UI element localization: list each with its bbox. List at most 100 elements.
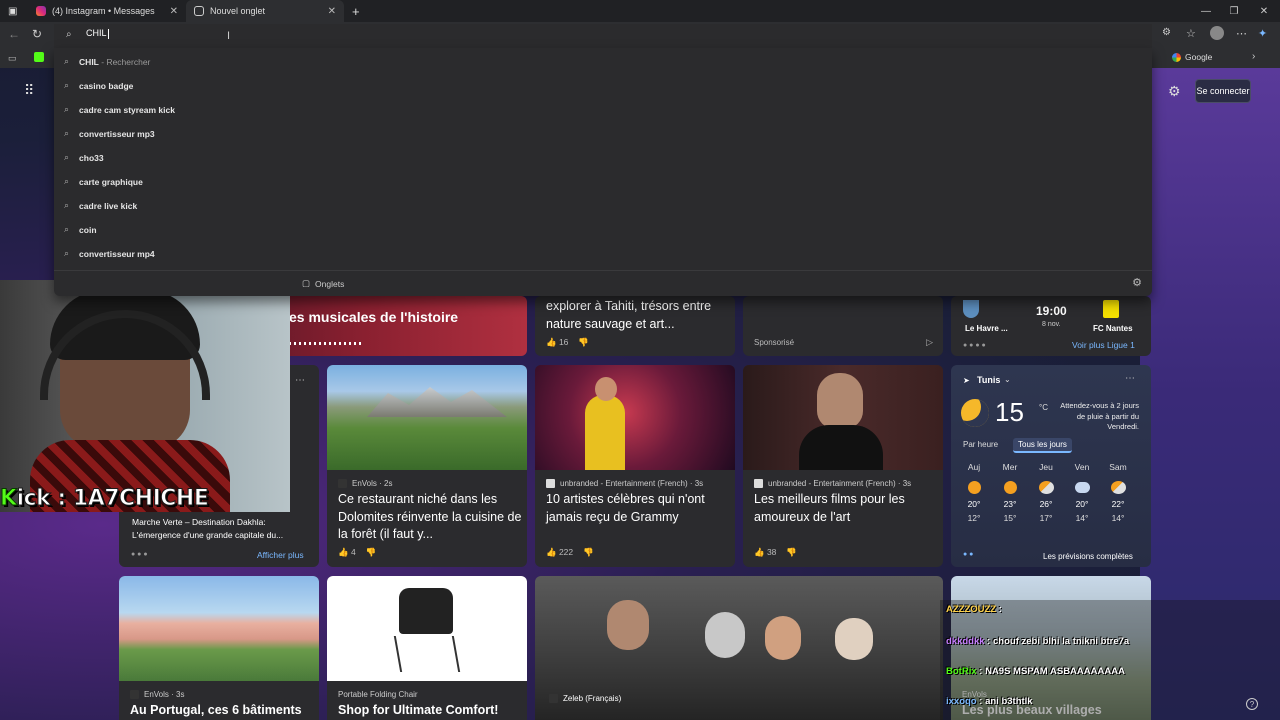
profile-avatar[interactable]	[1210, 26, 1224, 40]
ad-choices-icon[interactable]: ▷	[926, 337, 933, 348]
tab-hourly[interactable]: Par heure	[963, 440, 998, 449]
suggestion-item[interactable]: ⌕ carte graphique	[64, 176, 143, 187]
apps-grid-icon[interactable]: ⠿	[24, 82, 34, 99]
weather-alert[interactable]: Attendez-vous à 2 jours de pluie à parti…	[1055, 401, 1139, 433]
films-card[interactable]: unbranded - Entertainment (French) · 3s …	[743, 365, 943, 567]
like-icon[interactable]: 👍 4	[338, 547, 356, 558]
address-bar[interactable]: ⌕	[54, 24, 1152, 48]
dislike-icon[interactable]: 👎	[578, 337, 589, 348]
person-head	[765, 616, 801, 660]
source-logo	[549, 694, 558, 703]
source-logo	[130, 690, 139, 699]
close-icon[interactable]: ✕	[328, 6, 336, 17]
card-meta: 👍 38 👎	[754, 547, 797, 558]
card-meta: 👍 222 👎	[546, 547, 594, 558]
dislike-icon[interactable]: 👎	[366, 547, 377, 558]
tab-actions-button[interactable]: ▣	[0, 0, 28, 22]
weather-city[interactable]: Tunis	[977, 375, 1000, 385]
zeleb-card[interactable]: Zeleb (Français)	[535, 576, 943, 720]
bookmark-google[interactable]: Google	[1172, 52, 1212, 62]
omnibox-suggestions: ⌕ CHIL - Rechercher ⌕ casino badge ⌕ cadre …	[54, 48, 1152, 296]
moon-icon	[961, 399, 989, 427]
tab-instagram[interactable]: (4) Instagram • Messages ✕	[28, 0, 186, 22]
current-temp: 15	[995, 397, 1024, 427]
extension-icon[interactable]: ⚙	[1162, 27, 1171, 38]
carousel-dots[interactable]	[289, 342, 363, 345]
chevron-down-icon[interactable]: ⌄	[1004, 375, 1011, 384]
rain-icon	[1074, 482, 1090, 493]
card-image	[327, 576, 527, 681]
person-head	[705, 612, 745, 658]
new-tab-button[interactable]: +	[344, 0, 368, 22]
settings-gear-icon[interactable]: ⚙	[1168, 83, 1181, 100]
person-head	[835, 618, 873, 660]
maximize-icon[interactable]: ❐	[1218, 0, 1250, 22]
suggestion-item[interactable]: ⌕ CHIL - Rechercher	[64, 56, 150, 67]
tab-daily[interactable]: Tous les jours	[1013, 438, 1072, 453]
suggestion-item[interactable]: ⌕ cadre cam styream kick	[64, 104, 175, 115]
card-meta: 👍 4 👎	[338, 547, 376, 558]
dislike-icon[interactable]: 👎	[583, 547, 594, 558]
more-menu-icon[interactable]: ⋯	[1236, 27, 1247, 40]
partly-cloudy-icon	[1038, 481, 1054, 494]
portugal-card[interactable]: EnVols · 3s Au Portugal, ces 6 bâtiments	[119, 576, 319, 720]
suggestion-item[interactable]: ⌕ convertisseur mp3	[64, 128, 155, 139]
sponsored-card[interactable]: Sponsorisé ▷	[743, 296, 943, 356]
suggestion-item[interactable]: ⌕ coin	[64, 224, 97, 235]
card-image	[119, 576, 319, 681]
refresh-icon[interactable]: ↻	[32, 27, 42, 41]
card-source: EnVols · 3s	[130, 690, 184, 699]
text-caret	[107, 28, 109, 39]
grammy-card[interactable]: unbranded - Entertainment (French) · 3s …	[535, 365, 735, 567]
help-icon[interactable]: ?	[1246, 698, 1258, 710]
gear-icon[interactable]: ⚙	[1132, 276, 1142, 289]
back-icon[interactable]: ←	[8, 27, 20, 41]
like-icon[interactable]: 👍 38	[754, 547, 776, 558]
dislike-icon[interactable]: 👎	[786, 547, 797, 558]
text-cursor-icon: I	[227, 30, 231, 42]
chair-ad-card[interactable]: Portable Folding Chair Shop for Ultimate…	[327, 576, 527, 720]
reading-view-icon[interactable]: ▭	[8, 53, 17, 64]
like-icon[interactable]: 👍 222	[546, 547, 573, 558]
show-more-link[interactable]: Afficher plus	[257, 550, 304, 560]
card-title: 10 artistes célèbres qui n'ont jamais re…	[546, 492, 705, 524]
carousel-dots[interactable]: ● ●	[963, 551, 973, 558]
signin-button[interactable]: Se connecter	[1195, 79, 1251, 103]
copilot-icon[interactable]: ✦	[1258, 27, 1267, 40]
more-options-icon[interactable]: ⋯	[295, 375, 305, 386]
google-icon	[1172, 52, 1181, 62]
more-ligue1-link[interactable]: Voir plus Ligue 1	[1072, 340, 1135, 350]
suggestion-item[interactable]: ⌕ convertisseur mp4	[64, 248, 155, 259]
address-input[interactable]: CHIL	[86, 28, 109, 39]
close-icon[interactable]: ✕	[170, 6, 178, 17]
close-window-icon[interactable]: ✕	[1248, 0, 1280, 22]
suggestion-item[interactable]: ⌕ cadre live kick	[64, 200, 137, 211]
performer-head	[595, 377, 617, 401]
like-icon[interactable]: 👍 16	[546, 337, 568, 348]
suggestion-item[interactable]: ⌕ casino badge	[64, 80, 133, 91]
chevron-right-icon[interactable]: ›	[1252, 51, 1255, 62]
search-icon: ⌕	[64, 176, 70, 186]
dropdown-footer: ▢ Onglets	[54, 270, 1152, 296]
match-date: 8 nov.	[1042, 321, 1061, 328]
kick-bookmark-icon[interactable]	[34, 52, 44, 62]
football-card[interactable]: Le Havre ... 19:00 8 nov. FC Nantes ● ● …	[951, 296, 1151, 356]
full-forecast-link[interactable]: Les prévisions complètes	[1043, 552, 1133, 561]
person-head	[607, 600, 649, 650]
carousel-dots[interactable]: ● ● ●	[131, 551, 148, 558]
favorites-icon[interactable]: ☆	[1186, 27, 1196, 40]
more-options-icon[interactable]: ⋯	[1125, 373, 1135, 384]
suggestion-item[interactable]: ⌕ cho33	[64, 152, 104, 163]
partly-cloudy-icon	[1110, 481, 1126, 494]
source-logo	[754, 479, 763, 488]
dolomites-card[interactable]: EnVols · 2s Ce restaurant niché dans les…	[327, 365, 527, 567]
carousel-dots[interactable]: ● ● ● ●	[963, 342, 986, 349]
search-icon: ⌕	[66, 29, 72, 40]
forecast-day: Mer 23° 15°	[1002, 462, 1018, 523]
scope-tabs-button[interactable]: ▢ Onglets	[302, 278, 344, 289]
tahiti-card[interactable]: explorer à Tahiti, trésors entre nature …	[535, 296, 735, 356]
forecast-day: Ven 20° 14°	[1074, 462, 1090, 523]
tab-new-tab[interactable]: Nouvel onglet ✕	[186, 0, 344, 22]
card-image	[535, 365, 735, 470]
webcam-overlay	[0, 280, 290, 512]
